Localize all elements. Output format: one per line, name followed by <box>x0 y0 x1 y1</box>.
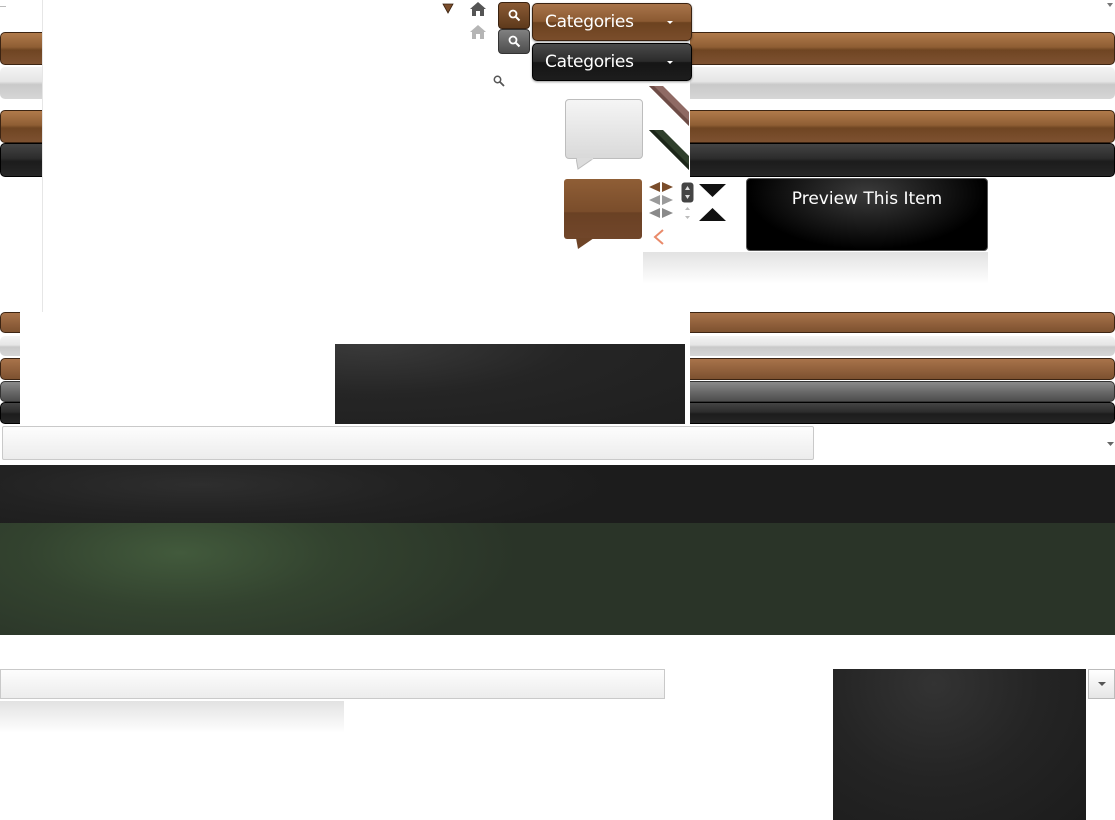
dark-band <box>0 465 1115 523</box>
search-input-field[interactable] <box>0 669 665 699</box>
corner-mark <box>0 6 6 7</box>
search-button-brown[interactable] <box>498 2 530 29</box>
search-icon[interactable] <box>493 75 505 87</box>
dark-sample-block <box>335 344 685 424</box>
dropdown-label: Categories <box>545 52 634 72</box>
reflection-strip <box>643 252 988 284</box>
caret-down-icon <box>1106 441 1115 447</box>
select-arrow-button[interactable] <box>1088 669 1115 699</box>
arrow-left-icon[interactable] <box>653 229 665 245</box>
white-panel-tall <box>42 0 50 330</box>
triangle-down-icon[interactable] <box>442 3 454 14</box>
speech-bubble-brown <box>564 179 642 239</box>
caret-down-icon <box>667 61 673 64</box>
spinner-icon[interactable] <box>681 182 694 203</box>
green-band <box>0 523 1115 635</box>
caret-down-icon <box>667 21 673 24</box>
speech-bubble-grey <box>565 99 643 159</box>
search-icon <box>508 9 520 22</box>
speech-bubble-grey-tail <box>576 158 596 170</box>
preview-item-button[interactable]: Preview This Item <box>746 178 988 251</box>
chevron-up-icon[interactable] <box>699 207 726 221</box>
input-reflection <box>0 701 344 733</box>
chevron-down-icon[interactable] <box>699 184 726 198</box>
categories-dropdown-black[interactable]: Categories <box>532 43 692 81</box>
search-button-grey[interactable] <box>498 29 530 54</box>
ribbon-corner-green <box>649 130 690 170</box>
speech-bubble-brown-tail <box>576 238 596 250</box>
caret-down-icon <box>1098 682 1106 686</box>
search-icon <box>508 35 520 48</box>
categories-dropdown-brown[interactable]: Categories <box>532 3 692 41</box>
home-icon-faded[interactable] <box>469 24 487 40</box>
preview-label: Preview This Item <box>791 189 943 209</box>
arrow-sprites <box>648 181 678 221</box>
caret-down-icon <box>1106 2 1114 8</box>
ribbon-corner-brown <box>649 86 690 126</box>
text-input-strip[interactable] <box>2 426 814 460</box>
home-icon[interactable] <box>469 1 487 17</box>
dark-square-block <box>833 669 1086 820</box>
spinner-icon-light[interactable] <box>682 206 693 220</box>
dropdown-label: Categories <box>545 12 634 32</box>
